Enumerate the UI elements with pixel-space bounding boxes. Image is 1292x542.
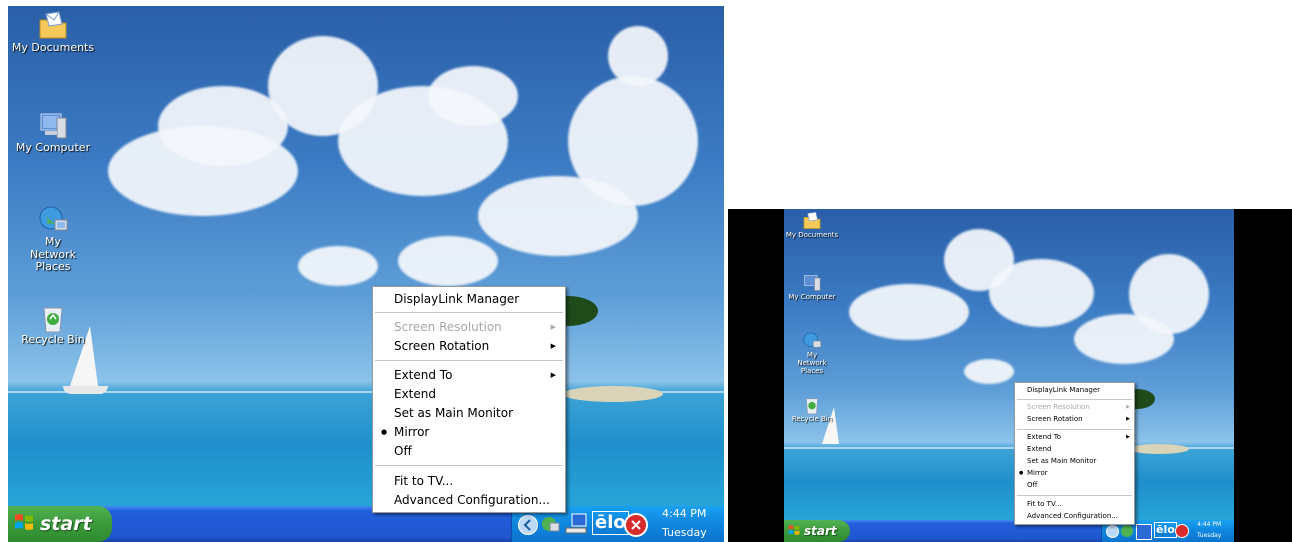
start-label: start bbox=[40, 513, 92, 535]
desktop-icon-label: My Documents bbox=[11, 41, 95, 54]
checked-bullet-icon: ● bbox=[381, 428, 388, 436]
taskbar: start ēlo 4:44 PM Tuesday bbox=[8, 506, 724, 542]
tray-clock-time[interactable]: 4:44 PM bbox=[1197, 521, 1221, 528]
submenu-arrow-icon: ▶ bbox=[1126, 416, 1130, 422]
menu-item-displaylink-manager[interactable]: DisplayLink Manager bbox=[373, 290, 565, 308]
checked-bullet-icon: ● bbox=[1019, 470, 1024, 476]
submenu-arrow-icon: ▶ bbox=[1126, 434, 1130, 440]
computer-icon bbox=[802, 273, 822, 293]
tray-clock-day: Tuesday bbox=[662, 526, 707, 539]
displaylink-context-menu: DisplayLink Manager Screen Resolution ▶ S… bbox=[1014, 382, 1135, 525]
tray-clock-day: Tuesday bbox=[1197, 532, 1222, 539]
desktop-icon-my-documents[interactable]: My Documents bbox=[8, 10, 98, 55]
menu-item-displaylink-manager[interactable]: DisplayLink Manager bbox=[1015, 385, 1134, 396]
desktop-icon-label: My Network Places bbox=[797, 351, 827, 376]
menu-item-advanced-configuration[interactable]: Advanced Configuration... bbox=[373, 491, 565, 509]
menu-item-set-as-main-monitor[interactable]: Set as Main Monitor bbox=[373, 404, 565, 422]
menu-item-off[interactable]: Off bbox=[1015, 480, 1134, 491]
desktop-small: My Documents My Computer My Network Plac… bbox=[784, 209, 1234, 542]
menu-item-fit-to-tv[interactable]: Fit to TV... bbox=[373, 472, 565, 490]
menu-item-mirror[interactable]: ● Mirror bbox=[373, 423, 565, 441]
network-tray-icon[interactable] bbox=[1121, 525, 1133, 537]
tray-arrow-icon[interactable] bbox=[1106, 525, 1119, 538]
folder-envelope-icon bbox=[37, 10, 69, 42]
menu-item-mirror[interactable]: ● Mirror bbox=[1015, 468, 1134, 479]
desktop-icon-label: My Computer bbox=[788, 293, 836, 301]
submenu-arrow-icon: ▶ bbox=[550, 323, 556, 331]
desktop-icon-my-network-places[interactable]: My Network Places bbox=[784, 331, 840, 375]
security-shield-icon[interactable] bbox=[1175, 524, 1189, 538]
windows-flag-icon bbox=[788, 524, 800, 539]
desktop-icon-my-documents[interactable]: My Documents bbox=[784, 211, 840, 239]
menu-item-set-as-main-monitor[interactable]: Set as Main Monitor bbox=[1015, 456, 1134, 467]
start-label: start bbox=[804, 524, 837, 538]
recycle-bin-icon bbox=[37, 302, 69, 334]
network-globe-icon bbox=[802, 331, 822, 351]
folder-envelope-icon bbox=[802, 211, 822, 231]
submenu-arrow-icon: ▶ bbox=[550, 342, 556, 350]
start-button[interactable]: start bbox=[8, 506, 112, 542]
desktop-icon-my-computer[interactable]: My Computer bbox=[784, 273, 840, 301]
elo-tray-logo[interactable]: ēlo bbox=[1154, 522, 1177, 538]
menu-item-extend-to[interactable]: Extend To ▶ bbox=[373, 366, 565, 384]
tray-clock-time[interactable]: 4:44 PM bbox=[662, 507, 706, 520]
taskbar: start ēlo 4:44 PM Tuesday bbox=[784, 520, 1234, 542]
recycle-bin-icon bbox=[802, 395, 822, 415]
desktop-large: My Documents My Computer My Network Plac… bbox=[8, 6, 724, 542]
menu-item-advanced-configuration[interactable]: Advanced Configuration... bbox=[1015, 511, 1134, 522]
desktop-icon-label: Recycle Bin bbox=[791, 415, 833, 423]
submenu-arrow-icon: ▶ bbox=[1126, 404, 1130, 410]
menu-item-screen-resolution: Screen Resolution ▶ bbox=[1027, 403, 1130, 411]
windows-flag-icon bbox=[14, 512, 34, 537]
menu-item-screen-resolution: Screen Resolution ▶ bbox=[394, 320, 556, 334]
menu-item-screen-rotation[interactable]: Screen Rotation ▶ bbox=[1015, 414, 1134, 425]
computer-icon bbox=[37, 110, 69, 142]
display-tray-icon[interactable] bbox=[564, 512, 588, 536]
security-shield-icon[interactable] bbox=[624, 513, 648, 537]
desktop-icon-label: My Computer bbox=[15, 141, 91, 154]
desktop-icon-label: My Network Places bbox=[30, 235, 76, 274]
network-tray-icon[interactable] bbox=[540, 514, 560, 534]
desktop-icon-recycle-bin[interactable]: Recycle Bin bbox=[784, 395, 840, 423]
desktop-icon-my-computer[interactable]: My Computer bbox=[8, 110, 98, 155]
menu-item-screen-rotation[interactable]: Screen Rotation ▶ bbox=[373, 337, 565, 355]
menu-item-off[interactable]: Off bbox=[373, 442, 565, 460]
submenu-arrow-icon: ▶ bbox=[550, 371, 556, 379]
menu-item-fit-to-tv[interactable]: Fit to TV... bbox=[1015, 499, 1134, 510]
menu-item-extend[interactable]: Extend bbox=[1015, 444, 1134, 455]
network-globe-icon bbox=[37, 204, 69, 236]
start-button[interactable]: start bbox=[784, 520, 850, 542]
tray-arrow-icon[interactable] bbox=[518, 515, 538, 535]
desktop-icon-label: My Documents bbox=[785, 231, 839, 239]
displaylink-context-menu: DisplayLink Manager Screen Resolution ▶ S… bbox=[372, 286, 566, 513]
menu-item-extend-to[interactable]: Extend To ▶ bbox=[1015, 432, 1134, 443]
display-tray-icon[interactable] bbox=[1136, 524, 1152, 540]
desktop-icon-my-network-places[interactable]: My Network Places bbox=[8, 204, 98, 274]
desktop-icon-label: Recycle Bin bbox=[21, 333, 85, 346]
desktop-icon-recycle-bin[interactable]: Recycle Bin bbox=[8, 302, 98, 347]
menu-item-extend[interactable]: Extend bbox=[373, 385, 565, 403]
